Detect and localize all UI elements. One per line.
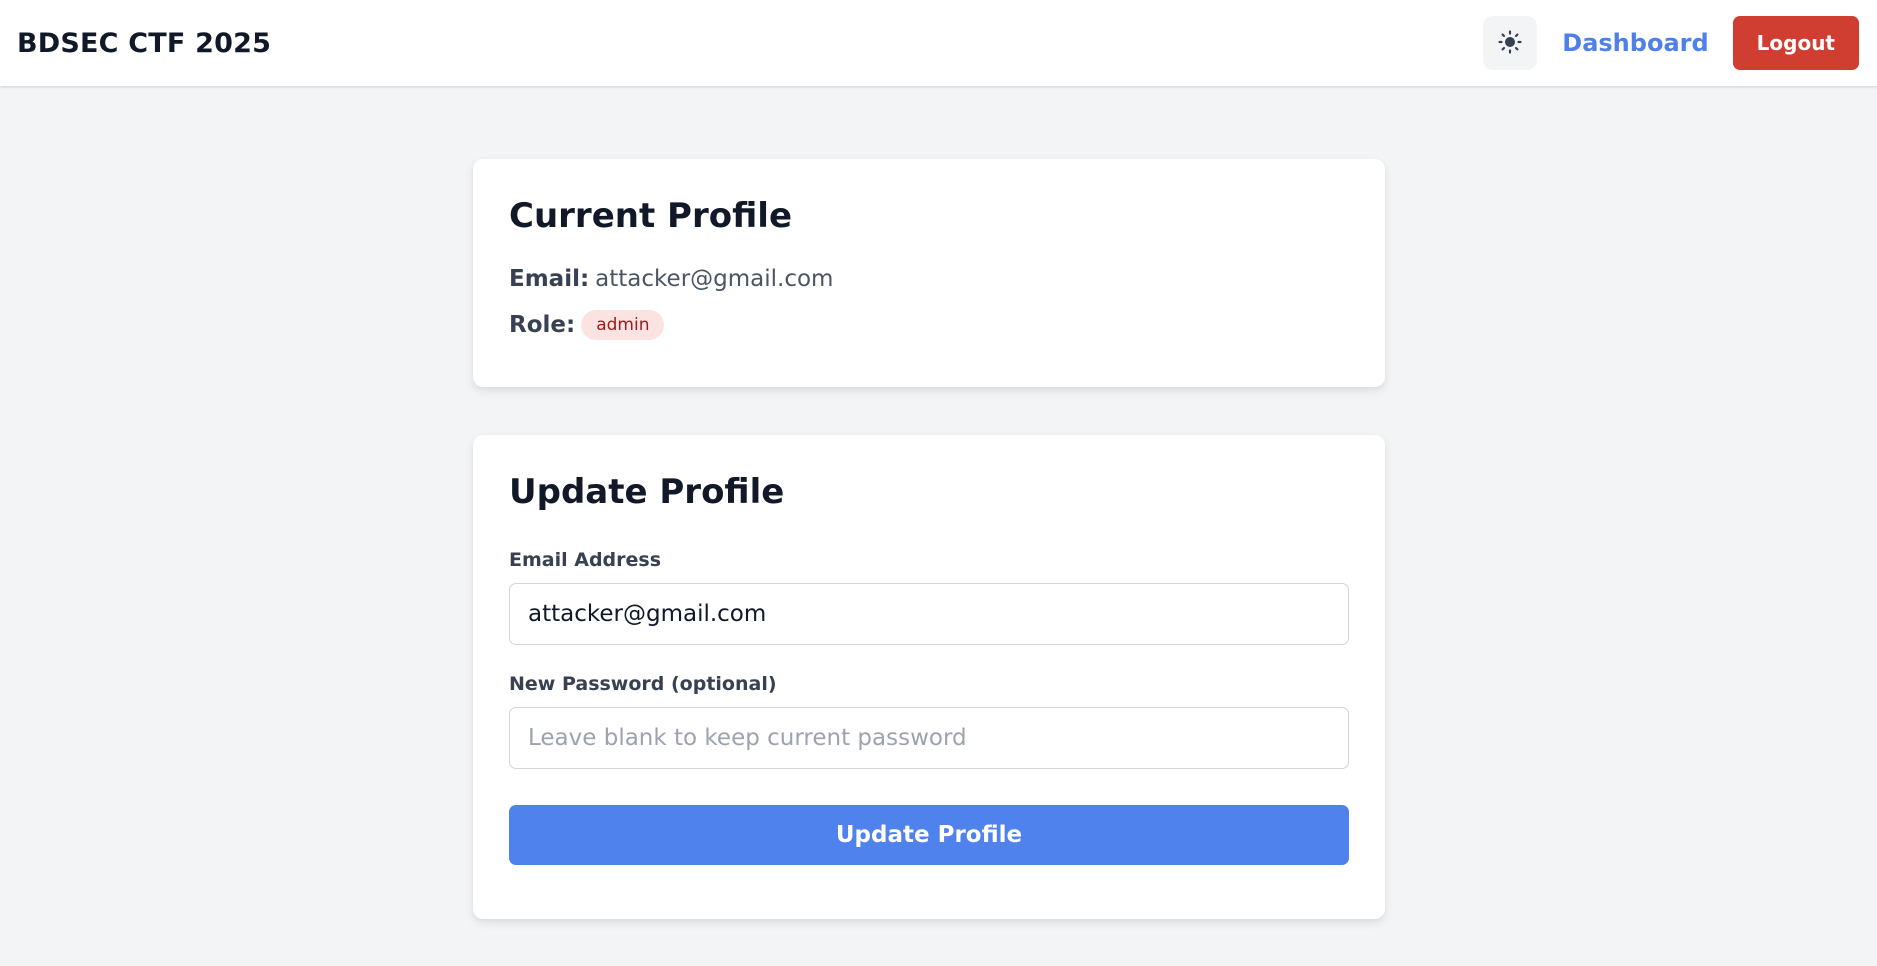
update-profile-button[interactable]: Update Profile — [509, 805, 1349, 865]
logout-button[interactable]: Logout — [1732, 16, 1859, 70]
update-profile-card: Update Profile Email Address New Passwor… — [473, 435, 1385, 919]
profile-role-label: Role: — [509, 312, 576, 338]
email-field-label: Email Address — [509, 549, 662, 571]
top-navbar: BDSEC CTF 2025 Dashboard Logout — [0, 0, 1877, 86]
update-profile-title: Update Profile — [509, 472, 785, 512]
password-field-label: New Password (optional) — [509, 673, 777, 695]
profile-role-row: Role: admin — [509, 310, 1349, 340]
profile-email-row: Email: attacker@gmail.com — [509, 266, 1349, 292]
current-profile-card: Current Profile Email: attacker@gmail.co… — [473, 159, 1385, 387]
email-field[interactable] — [509, 583, 1349, 645]
theme-toggle-button[interactable] — [1483, 16, 1538, 70]
new-password-field[interactable] — [509, 707, 1349, 769]
brand-title: BDSEC CTF 2025 — [17, 27, 272, 59]
update-profile-form: Email Address New Password (optional) Up… — [509, 549, 1349, 865]
current-profile-title: Current Profile — [509, 196, 793, 236]
dashboard-link[interactable]: Dashboard — [1562, 29, 1708, 57]
role-badge: admin — [581, 310, 665, 340]
sun-icon — [1498, 29, 1522, 57]
navbar-actions: Dashboard Logout — [1483, 16, 1859, 70]
profile-email-label: Email: — [509, 266, 590, 292]
profile-email-value: attacker@gmail.com — [595, 266, 834, 292]
main-content: Current Profile Email: attacker@gmail.co… — [473, 159, 1385, 919]
